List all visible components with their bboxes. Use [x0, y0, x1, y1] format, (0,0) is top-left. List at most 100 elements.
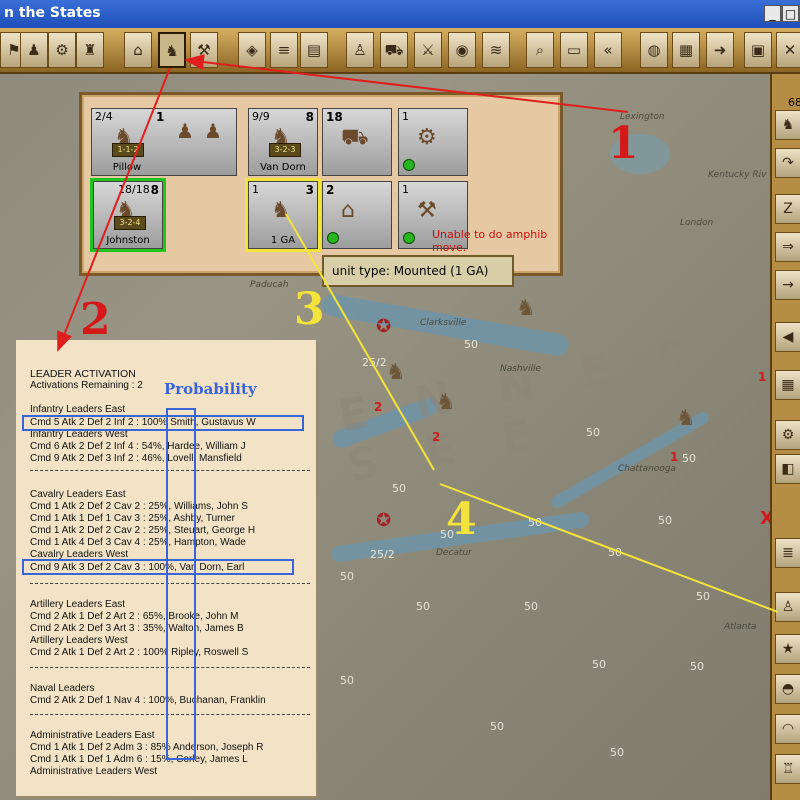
counter-strength: 9/9 — [252, 110, 270, 123]
unit-tooltip: unit type: Mounted (1 GA) — [322, 255, 514, 287]
right-arrow-icon[interactable]: → — [775, 270, 800, 300]
counter-strength: 1 — [402, 110, 409, 123]
unit-counter[interactable]: 2 ⌂ — [322, 181, 392, 249]
map-number: 50 — [586, 426, 600, 439]
leader-line: Administrative Leaders West — [30, 766, 158, 777]
map-number: 25/2 — [362, 356, 387, 369]
wagon-icon: ⛟ — [341, 125, 369, 150]
general-icon[interactable]: ♜ — [76, 32, 104, 68]
rewind-icon[interactable]: « — [594, 32, 622, 68]
counter-stack: 1 — [156, 110, 165, 124]
railroad-icon[interactable]: ≋ — [482, 32, 510, 68]
leader-line: Cmd 1 Atk 1 Def 1 Cav 3 : 25%, Ashby, Tu… — [30, 513, 235, 524]
highlight-box — [22, 415, 304, 431]
cavalry-unit-icon[interactable]: ♞ — [516, 296, 536, 321]
report-icon[interactable]: ≡ — [270, 32, 298, 68]
artillery-icon: ⚙ — [417, 125, 437, 150]
annotation-number-2: 2 — [80, 294, 111, 345]
soldier-icon[interactable]: ♙ — [775, 592, 800, 622]
grid-icon[interactable]: ▦ — [672, 32, 700, 68]
minimize-button[interactable]: _ — [764, 5, 781, 22]
counter-strength: 18 — [326, 110, 343, 124]
rating-badge: 3-2-3 — [269, 143, 301, 157]
leader-line: Artillery Leaders West — [30, 635, 128, 646]
town-label: Clarksville — [420, 318, 467, 328]
unit-counter[interactable]: 1 ⚙ — [398, 108, 468, 176]
factory-icon[interactable]: ⌂ — [124, 32, 152, 68]
leader-activation-icon[interactable]: ♞ — [158, 32, 186, 68]
rating-badge: 3-2-4 — [114, 216, 146, 230]
map-number: 50 — [524, 600, 538, 613]
mouse-icon[interactable]: ◍ — [640, 32, 668, 68]
red-mark: 1 — [670, 450, 679, 464]
leader-line: Cmd 6 Atk 2 Def 2 Inf 4 : 54%, Hardee, W… — [30, 441, 246, 452]
cavalry-unit-icon[interactable]: ♞ — [436, 390, 456, 415]
map-number: 50 — [416, 600, 430, 613]
counter-strength: 18/18 — [118, 183, 150, 196]
quit-icon[interactable]: ✕ — [776, 32, 800, 68]
maximize-button[interactable]: □ — [782, 5, 799, 22]
ready-dot — [403, 232, 415, 244]
helmet-icon[interactable]: ◓ — [775, 674, 800, 704]
map-number: 50 — [528, 516, 542, 529]
hammer-icon[interactable]: ⚒ — [190, 32, 218, 68]
cavalry-icon[interactable]: ♞ — [775, 110, 800, 140]
us-flag-icon[interactable]: ▤ — [300, 32, 328, 68]
cavalry-icon: ♞ — [271, 198, 291, 223]
unit-counter[interactable]: 9/9 8 ♞ 3-2-3 Van Dorn — [248, 108, 318, 176]
zigzag-icon[interactable]: Z — [775, 194, 800, 224]
unit-counter[interactable]: 18/18 8 ♞ 3-2-4 Johnston — [90, 178, 166, 252]
probability-label: Probability — [164, 380, 257, 398]
next-arrow-icon[interactable]: ➜ — [706, 32, 734, 68]
cannon-icon[interactable]: ⚙ — [775, 420, 800, 450]
forward-arrow-icon[interactable]: ⇒ — [775, 232, 800, 262]
map-number: 50 — [392, 482, 406, 495]
counter-label: 1 GA — [270, 235, 296, 246]
town-label: London — [680, 218, 714, 228]
magnifier-icon[interactable]: ⌕ — [526, 32, 554, 68]
left-arrow-icon[interactable]: ◀ — [775, 322, 800, 352]
red-mark: 1 — [758, 370, 767, 384]
bunting-icon[interactable]: ◠ — [775, 714, 800, 744]
leader-line: Administrative Leaders East — [30, 730, 155, 741]
seal-icon[interactable]: ◉ — [448, 32, 476, 68]
activations-remaining: Activations Remaining : 2 — [30, 380, 143, 391]
map-number: 50 — [696, 590, 710, 603]
battle-icon[interactable]: ⚔ — [414, 32, 442, 68]
unit-counter[interactable]: 1 3 ♞ 1 GA — [245, 178, 321, 252]
red-mark: X — [760, 508, 770, 529]
infantry-icon[interactable]: ♟ — [20, 32, 48, 68]
fort-medal-icon[interactable]: ✪ — [376, 316, 391, 337]
rating-badge: 1-1-2 — [112, 143, 144, 157]
soldiers-icon[interactable]: ♙ — [346, 32, 374, 68]
annotation-number-1: 1 — [608, 118, 639, 169]
probability-column-box — [166, 408, 196, 760]
usa-map-icon[interactable]: ▭ — [560, 32, 588, 68]
right-toolbar: 68 ♞ ↷ Z ⇒ → ◀ ▦ ⚙ ◧ ≣ ♙ ★ ◓ ◠ ♖ — [770, 74, 800, 800]
leader-line: Cmd 2 Atk 2 Def 1 Nav 4 : 100%, Buchanan… — [30, 695, 266, 706]
turn-counter: 68 — [788, 96, 800, 109]
cavalry-unit-icon[interactable]: ♞ — [676, 406, 696, 431]
unit-counter[interactable]: 18 ⛟ — [322, 108, 392, 176]
unit-counter[interactable]: 2/4 1 ♞ ♟ ♟ 1-1-2 Pillow — [91, 108, 237, 176]
fence-icon[interactable]: ≣ — [775, 538, 800, 568]
artillery-icon[interactable]: ⚙ — [48, 32, 76, 68]
cavalry-unit-icon[interactable]: ♞ — [386, 360, 406, 385]
redo-arrow-icon[interactable]: ↷ — [775, 148, 800, 178]
town-label: Paducah — [250, 280, 289, 290]
fort-medal-icon[interactable]: ✪ — [376, 510, 391, 531]
wagon-icon[interactable]: ⛟ — [380, 32, 408, 68]
amphib-warning: Unable to do amphib move. — [432, 228, 548, 254]
counter-stack: 8 — [150, 183, 159, 197]
main-toolbar: ⚑ ♟ ⚙ ♜ ⌂ ♞ ⚒ ◈ ≡ ▤ ♙ ⛟ ⚔ ◉ ≋ ⌕ ▭ « ◍ ▦ … — [0, 28, 800, 74]
star-icon[interactable]: ★ — [775, 634, 800, 664]
stack-icon[interactable]: ▦ — [775, 370, 800, 400]
annotation-number-4: 4 — [446, 494, 477, 545]
save-icon[interactable]: ▣ — [744, 32, 772, 68]
leader-line: Cavalry Leaders East — [30, 489, 126, 500]
leader-line: Cmd 1 Atk 2 Def 2 Cav 2 : 25%, Steuart, … — [30, 525, 256, 536]
grid-toggle-icon[interactable]: ◧ — [775, 454, 800, 484]
leader-line: Infantry Leaders East — [30, 404, 126, 415]
officer-icon[interactable]: ♖ — [775, 754, 800, 784]
map-icon[interactable]: ◈ — [238, 32, 266, 68]
